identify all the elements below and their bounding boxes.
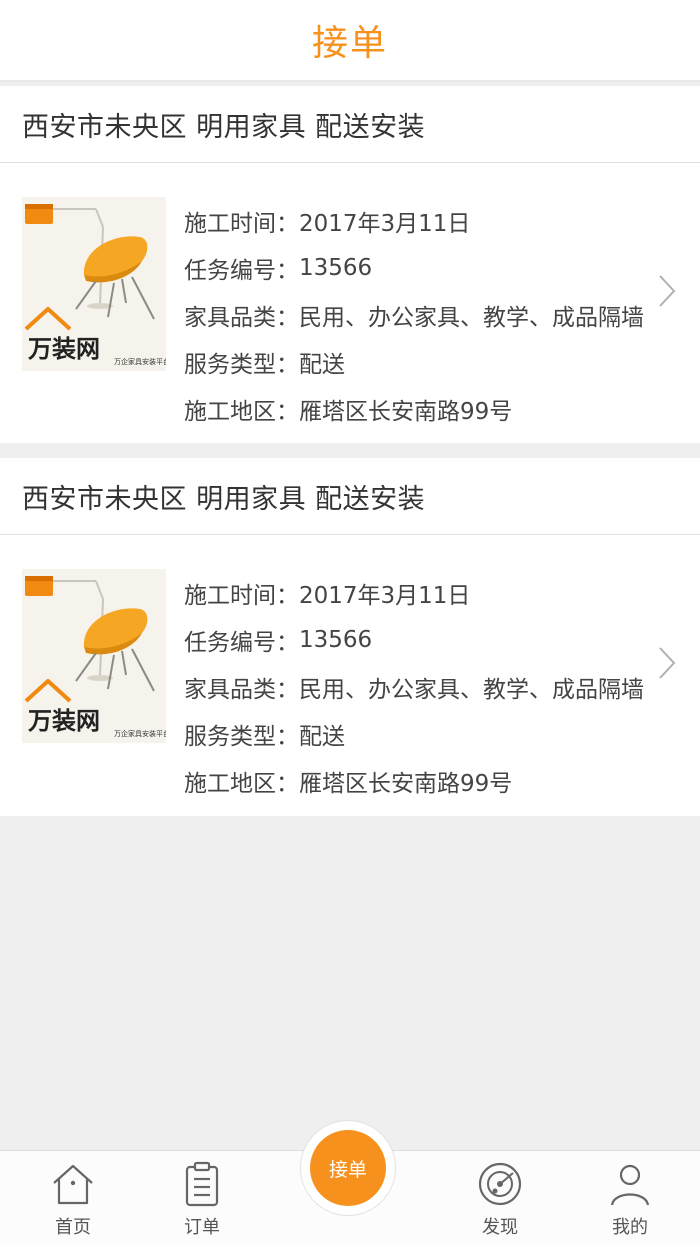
field-value: 配送: [299, 351, 345, 378]
order-title: 西安市未央区 明用家具 配送安装: [22, 483, 426, 515]
chevron-right-icon[interactable]: [656, 273, 678, 309]
field-value: 民用、办公家具、教学、成品隔墙: [299, 676, 644, 703]
svg-text:万企家具安装平台: 万企家具安装平台: [114, 357, 166, 366]
order-title-row: 西安市未央区 明用家具 配送安装: [0, 458, 700, 535]
field-task-id: 任务编号： 13566: [184, 616, 644, 663]
field-label: 服务类型：: [184, 723, 299, 750]
accept-order-button[interactable]: 接单: [310, 1130, 386, 1206]
home-icon: [53, 1164, 93, 1205]
tab-home[interactable]: 首页: [18, 1151, 128, 1244]
field-value: 2017年3月11日: [299, 582, 471, 609]
order-body[interactable]: 万装网 万企家具安装平台 施工时间： 2017年3月11日 任务编号： 1356…: [0, 535, 700, 815]
field-label: 任务编号：: [184, 257, 299, 284]
chair-image: 万装网 万企家具安装平台: [22, 569, 166, 743]
field-value: 配送: [299, 723, 345, 750]
field-area: 施工地区： 雁塔区长安南路99号: [184, 757, 644, 804]
order-card[interactable]: 西安市未央区 明用家具 配送安装 万装网 万企家具安装平台 施工时间： 2017…: [0, 86, 700, 443]
tab-mine[interactable]: 我的: [575, 1151, 685, 1244]
order-card[interactable]: 西安市未央区 明用家具 配送安装 万装网 万企家具安装平台 施工时间： 2017…: [0, 458, 700, 816]
order-info: 施工时间： 2017年3月11日 任务编号： 13566 家具品类： 民用、办公…: [184, 197, 644, 432]
field-label: 施工地区：: [184, 770, 299, 797]
chevron-right-icon[interactable]: [656, 645, 678, 681]
brand-logo-text: 万装网: [28, 707, 100, 735]
nav-header: 接单: [0, 0, 700, 82]
field-value: 雁塔区长安南路99号: [299, 770, 513, 797]
order-body[interactable]: 万装网 万企家具安装平台 施工时间： 2017年3月11日 任务编号： 1356…: [0, 163, 700, 443]
field-category: 家具品类： 民用、办公家具、教学、成品隔墙: [184, 663, 644, 710]
field-service-type: 服务类型： 配送: [184, 338, 644, 385]
field-label: 服务类型：: [184, 351, 299, 378]
field-task-id: 任务编号： 13566: [184, 244, 644, 291]
field-value: 13566: [299, 626, 373, 653]
brand-logo-text: 万装网: [28, 335, 100, 363]
field-label: 施工地区：: [184, 398, 299, 425]
clipboard-icon: [185, 1161, 219, 1207]
field-area: 施工地区： 雁塔区长安南路99号: [184, 385, 644, 432]
field-label: 施工时间：: [184, 582, 299, 609]
field-value: 2017年3月11日: [299, 210, 471, 237]
order-thumbnail: 万装网 万企家具安装平台: [22, 197, 166, 371]
field-value: 民用、办公家具、教学、成品隔墙: [299, 304, 644, 331]
field-label: 家具品类：: [184, 304, 299, 331]
user-icon: [610, 1164, 650, 1206]
order-title-row: 西安市未央区 明用家具 配送安装: [0, 86, 700, 163]
radar-icon: [478, 1162, 522, 1206]
tab-label: 首页: [55, 1217, 91, 1238]
order-title: 西安市未央区 明用家具 配送安装: [22, 111, 426, 143]
page-title: 接单: [311, 23, 388, 64]
tab-discover[interactable]: 发现: [445, 1151, 555, 1244]
field-service-type: 服务类型： 配送: [184, 710, 644, 757]
field-label: 任务编号：: [184, 629, 299, 656]
field-value: 13566: [299, 254, 373, 281]
accept-order-label: 接单: [328, 1158, 367, 1181]
svg-text:万企家具安装平台: 万企家具安装平台: [114, 729, 166, 738]
order-thumbnail: 万装网 万企家具安装平台: [22, 569, 166, 743]
chair-image: 万装网 万企家具安装平台: [22, 197, 166, 371]
order-info: 施工时间： 2017年3月11日 任务编号： 13566 家具品类： 民用、办公…: [184, 569, 644, 804]
field-time: 施工时间： 2017年3月11日: [184, 197, 644, 244]
tab-orders[interactable]: 订单: [147, 1151, 257, 1244]
tab-label: 我的: [612, 1217, 648, 1238]
field-value: 雁塔区长安南路99号: [299, 398, 513, 425]
tab-label: 发现: [482, 1217, 518, 1238]
field-label: 施工时间：: [184, 210, 299, 237]
app-root: 接单 西安市未央区 明用家具 配送安装 万装网 万企家具安装平台 施工时间： 2…: [0, 0, 700, 1244]
field-category: 家具品类： 民用、办公家具、教学、成品隔墙: [184, 291, 644, 338]
field-label: 家具品类：: [184, 676, 299, 703]
tab-label: 订单: [184, 1217, 220, 1238]
field-time: 施工时间： 2017年3月11日: [184, 569, 644, 616]
